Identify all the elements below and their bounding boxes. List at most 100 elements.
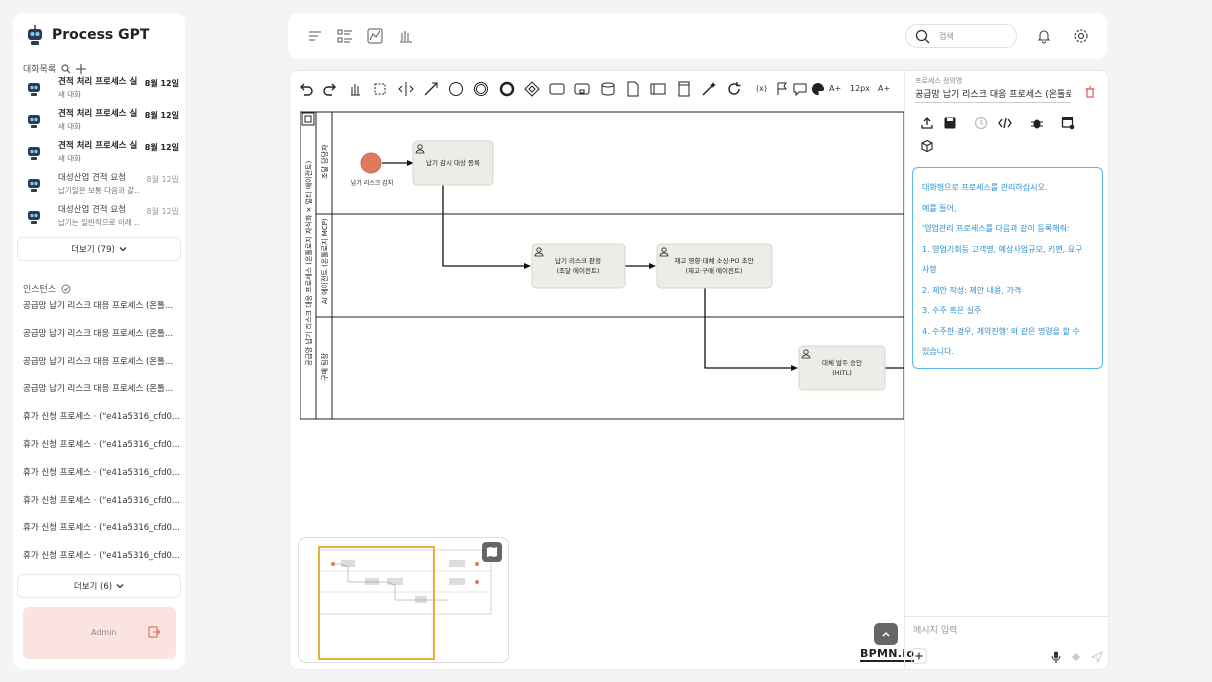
conversation-subtitle: 납기는 일반적으로 이래 ... bbox=[58, 218, 140, 227]
instance-item[interactable]: 휴가 신청 프로세스 · ("e41a5316_cfd0... bbox=[23, 549, 181, 561]
assistant-hint-line: 3. 수주 혹은 실주 bbox=[922, 306, 982, 315]
send-icon[interactable] bbox=[1091, 651, 1103, 663]
gateway-icon[interactable] bbox=[524, 81, 540, 97]
conversation-item[interactable]: 견적 처리 프로세스 실... 새 대화 8월 12일 bbox=[25, 75, 181, 105]
hand-tool-icon[interactable] bbox=[347, 81, 363, 97]
conversation-subtitle: 납기일은 보통 다음과 같... bbox=[58, 186, 140, 195]
variables-button[interactable]: (x) bbox=[756, 84, 767, 93]
font-size-value[interactable]: 12px bbox=[850, 84, 870, 93]
user-card[interactable]: Admin bbox=[23, 607, 176, 659]
magic-wand-icon[interactable] bbox=[701, 81, 717, 97]
connect-tool-icon[interactable] bbox=[423, 81, 439, 97]
more-conversations-button[interactable]: 더보기 (79) bbox=[17, 237, 181, 261]
assistant-hint-line: 대화형으로 프로세스를 관리하십시오. bbox=[922, 183, 1048, 192]
conversation-item[interactable]: 대성산업 견적 요청 납기는 일반적으로 이래 ... 8월 12일 bbox=[25, 203, 181, 233]
more-instances-button[interactable]: 더보기 (6) bbox=[17, 574, 181, 598]
logout-icon[interactable] bbox=[148, 626, 160, 638]
search-input[interactable]: 검색 bbox=[905, 24, 1017, 48]
app-logo[interactable]: Process GPT bbox=[24, 24, 149, 46]
task-register-monitoring[interactable]: 납기 감시 대상 등록 bbox=[412, 140, 494, 186]
instance-item[interactable]: 휴가 신청 프로세스 · ("e41a5316_cfd0... bbox=[23, 494, 181, 506]
search-icon[interactable] bbox=[61, 63, 71, 74]
lasso-tool-icon[interactable] bbox=[372, 81, 388, 97]
process-map-icon[interactable] bbox=[367, 28, 383, 44]
code-icon[interactable] bbox=[998, 116, 1012, 130]
conversation-subtitle: 새 대화 bbox=[58, 90, 82, 99]
data-store-icon[interactable] bbox=[600, 81, 616, 97]
minimap[interactable] bbox=[298, 537, 509, 663]
flag-icon[interactable] bbox=[774, 81, 790, 97]
font-increase-button[interactable]: A+ bbox=[829, 84, 841, 93]
robot-avatar-icon bbox=[28, 147, 40, 160]
assistant-hint-line: '영업관리 프로세스를 다음과 같이 등록해줘: bbox=[922, 224, 1070, 233]
conversation-item[interactable]: 대성산업 견적 요청 납기일은 보통 다음과 같... 8월 12일 bbox=[25, 171, 181, 201]
instance-item[interactable]: 휴가 신청 프로세스 · ("e41a5316_cfd0... bbox=[23, 521, 181, 533]
list-icon[interactable] bbox=[337, 28, 353, 44]
definition-name-field[interactable]: 공급망 납기 리스크 대응 프로세스 (온톨로지 bbox=[915, 87, 1071, 103]
lane-label-purchase-lead: 구매 팀장 bbox=[320, 352, 329, 381]
upload-icon[interactable] bbox=[920, 116, 934, 130]
conversation-item[interactable]: 견적 처리 프로세스 실... 새 대화 8월 12일 bbox=[25, 139, 181, 169]
task-icon[interactable] bbox=[549, 81, 565, 97]
microphone-icon[interactable] bbox=[1051, 651, 1061, 663]
history-icon[interactable] bbox=[974, 116, 988, 130]
message-input[interactable]: 메시지 입력 bbox=[913, 623, 957, 636]
instance-item[interactable]: 공급망 납기 리스크 대응 프로세스 (온톨... bbox=[23, 327, 181, 339]
map-toggle-button[interactable] bbox=[482, 542, 502, 562]
assistant-hint-line: 4. 수주한 경우, 계약진행' 와 같은 명령을 할 수 bbox=[922, 326, 1080, 336]
task-inventory-sourcing-po[interactable]: 재고 영향·대체 소싱·PO 초안 (재고·구매 에이전트) bbox=[656, 243, 773, 289]
conversation-title: 대성산업 견적 요청 bbox=[58, 173, 126, 183]
collapse-button[interactable] bbox=[874, 623, 898, 645]
gear-icon[interactable] bbox=[1073, 28, 1089, 44]
instance-item[interactable]: 공급망 납기 리스크 대응 프로세스 (온톨... bbox=[23, 299, 181, 311]
trash-icon[interactable] bbox=[1084, 86, 1096, 98]
redo-icon[interactable] bbox=[322, 81, 338, 97]
minimap-viewport[interactable] bbox=[318, 546, 435, 660]
refresh-icon[interactable] bbox=[726, 81, 742, 97]
plus-icon[interactable] bbox=[76, 63, 87, 74]
conversation-date: 8월 12일 bbox=[144, 79, 179, 88]
instance-item[interactable]: 휴가 신청 프로세스 · ("e41a5316_cfd0... bbox=[23, 438, 181, 450]
palette-icon[interactable] bbox=[810, 81, 826, 97]
menu-icon[interactable] bbox=[307, 28, 323, 44]
undo-icon[interactable] bbox=[298, 81, 314, 97]
instance-item[interactable]: 공급망 납기 리스크 대응 프로세스 (온톨... bbox=[23, 382, 181, 394]
subprocess-icon[interactable] bbox=[574, 81, 590, 97]
robot-logo-icon bbox=[28, 25, 42, 45]
bpmn-canvas[interactable]: 공급망 납기 리스크 대응 프로세스 (온톨로지 자식화 × 멀티 에이전트) … bbox=[300, 111, 904, 421]
check-circle-icon bbox=[61, 284, 71, 293]
start-event-icon[interactable] bbox=[448, 81, 464, 97]
instance-item[interactable]: 휴가 신청 프로세스 · ("e41a5316_cfd0... bbox=[23, 466, 181, 478]
attach-plus-icon[interactable] bbox=[911, 648, 927, 664]
conversation-subtitle: 새 대화 bbox=[58, 122, 82, 131]
comment-icon[interactable] bbox=[792, 81, 808, 97]
font-size-button[interactable]: A+ bbox=[878, 84, 890, 93]
package-icon[interactable] bbox=[920, 139, 934, 153]
data-object-icon[interactable] bbox=[625, 81, 641, 97]
group-icon[interactable] bbox=[676, 81, 692, 97]
end-event-icon[interactable] bbox=[499, 81, 515, 97]
bell-icon[interactable] bbox=[1036, 28, 1052, 44]
task-approve-order[interactable]: 대체 발주 승인 (HITL) bbox=[798, 345, 886, 391]
task-label: 납기 감시 대상 등록 bbox=[426, 158, 480, 167]
search-placeholder: 검색 bbox=[939, 32, 954, 41]
instance-item[interactable]: 휴가 신청 프로세스 · ("e41a5316_cfd0... bbox=[23, 410, 181, 422]
store-settings-icon[interactable] bbox=[1061, 116, 1075, 130]
task-risk-assessment[interactable]: 납기 리스크 판정 (조달 에이전트) bbox=[531, 243, 626, 289]
instance-item[interactable]: 공급망 납기 리스크 대응 프로세스 (온톨... bbox=[23, 355, 181, 367]
chevron-up-icon bbox=[882, 631, 890, 637]
more-instances-label: 더보기 (6) bbox=[73, 582, 113, 592]
save-icon[interactable] bbox=[943, 116, 957, 130]
start-event[interactable] bbox=[360, 152, 382, 174]
conversation-item[interactable]: 견적 처리 프로세스 실... 새 대화 8월 12일 bbox=[25, 107, 181, 137]
building-icon[interactable] bbox=[398, 28, 414, 44]
conversation-title: 견적 처리 프로세스 실... bbox=[58, 141, 138, 151]
assistant-hint-line: 있습니다. bbox=[922, 347, 954, 356]
space-tool-icon[interactable] bbox=[398, 81, 414, 97]
lane-label-procurement: 조달 담당자 bbox=[320, 144, 329, 179]
pool-icon[interactable] bbox=[650, 81, 666, 97]
bug-icon[interactable] bbox=[1030, 116, 1044, 130]
record-icon[interactable] bbox=[1072, 653, 1080, 661]
intermediate-event-icon[interactable] bbox=[473, 81, 489, 97]
assistant-hint-line: 예를 들어, bbox=[922, 203, 957, 213]
